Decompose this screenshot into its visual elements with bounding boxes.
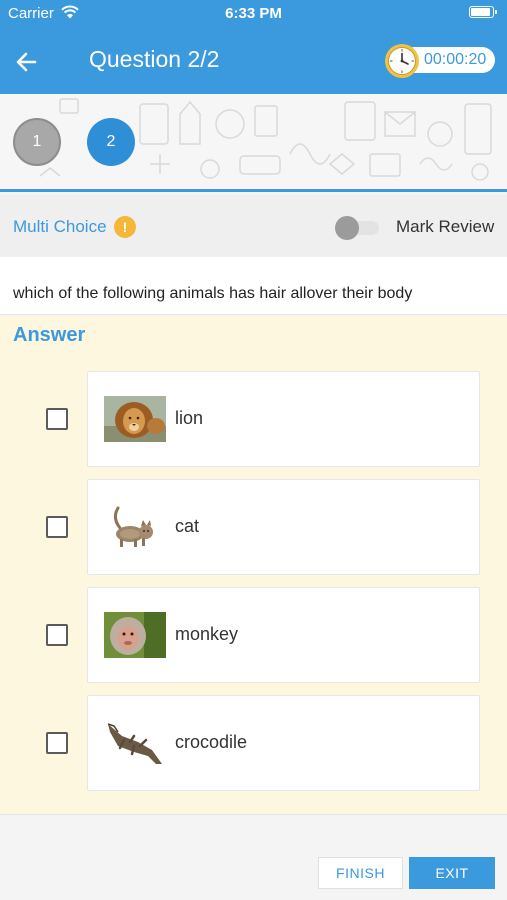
answer-title: Answer <box>13 324 86 346</box>
question-nav-item-1[interactable]: 1 <box>13 118 61 166</box>
option-lion[interactable]: lion <box>0 371 507 467</box>
doodle-background <box>39 98 492 181</box>
status-time: 6:33 PM <box>225 5 282 22</box>
cat-image <box>113 506 153 547</box>
option-label: lion <box>175 408 204 428</box>
toggle-knob <box>335 216 359 240</box>
option-checkbox[interactable] <box>46 732 68 754</box>
option-card[interactable]: lion <box>87 371 480 467</box>
battery-icon <box>469 6 497 18</box>
status-bar: Carrier 6:33 PM <box>0 0 507 26</box>
arrow-left-icon <box>16 52 37 72</box>
option-card[interactable]: cat <box>87 479 480 575</box>
info-icon[interactable]: ! <box>114 216 136 238</box>
lion-image <box>104 396 166 442</box>
option-crocodile[interactable]: crocodile <box>0 695 507 791</box>
option-checkbox[interactable] <box>46 408 68 430</box>
exit-button[interactable]: EXIT <box>409 857 495 889</box>
page-title: Question 2/2 <box>89 46 220 72</box>
finish-button[interactable]: FINISH <box>318 857 403 889</box>
question-text: which of the following animals has hair … <box>13 285 413 302</box>
clock-icon <box>385 44 419 78</box>
crocodile-image <box>107 723 162 764</box>
answer-area: Answer lion cat monkey crocodile <box>0 316 507 814</box>
footer-bar: FINISH EXIT <box>0 814 507 900</box>
back-button[interactable] <box>10 45 44 79</box>
quiz-timer: 00:00:20 <box>384 43 495 78</box>
option-cat[interactable]: cat <box>0 479 507 575</box>
monkey-image <box>104 612 166 658</box>
option-card[interactable]: monkey <box>87 587 480 683</box>
app-header: Carrier 6:33 PM Question 2/2 00:00:20 <box>0 0 507 94</box>
option-card[interactable]: crocodile <box>87 695 480 791</box>
question-panel: which of the following animals has hair … <box>0 257 507 315</box>
option-checkbox[interactable] <box>46 624 68 646</box>
option-monkey[interactable]: monkey <box>0 587 507 683</box>
option-label: cat <box>175 516 200 536</box>
option-label: monkey <box>175 624 239 644</box>
mark-review-toggle[interactable] <box>335 216 381 240</box>
question-type-label: Multi Choice <box>13 217 107 236</box>
option-label: crocodile <box>175 732 248 752</box>
option-checkbox[interactable] <box>46 516 68 538</box>
question-navigator: 1 2 <box>0 94 507 192</box>
question-nav-item-2[interactable]: 2 <box>87 118 135 166</box>
mark-review-label: Mark Review <box>396 217 495 236</box>
